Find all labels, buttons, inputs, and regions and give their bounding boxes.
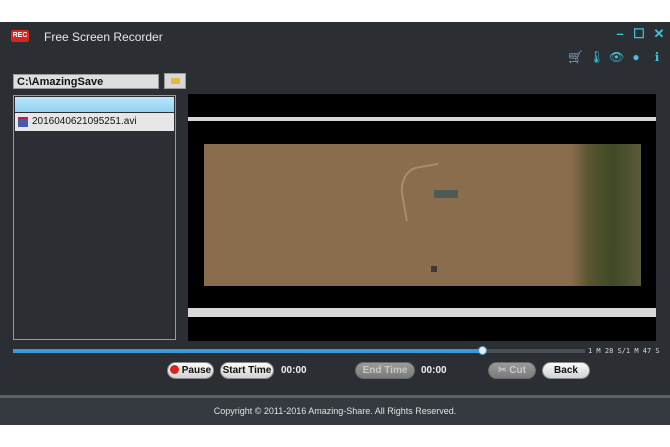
- browse-folder-button[interactable]: [164, 73, 186, 89]
- end-time-button[interactable]: End Time: [355, 362, 415, 379]
- copyright-text: Copyright © 2011-2016 Amazing-Share. All…: [213, 406, 457, 416]
- cut-label: Cut: [509, 365, 526, 376]
- close-icon[interactable]: ✕: [651, 26, 667, 42]
- seek-handle[interactable]: [478, 346, 488, 355]
- rec-logo: REC: [11, 30, 29, 42]
- start-time-button[interactable]: Start Time: [220, 362, 274, 379]
- back-button[interactable]: Back: [542, 362, 590, 379]
- recorded-screen-toolbar: [188, 117, 656, 121]
- video-preview[interactable]: [188, 94, 656, 341]
- seek-bar-progress: [13, 349, 483, 353]
- end-time-value: 00:00: [421, 365, 447, 376]
- cut-button[interactable]: ✂ Cut: [488, 362, 536, 379]
- video-file-icon: [18, 117, 28, 127]
- thermometer-icon[interactable]: 🌡: [589, 50, 604, 64]
- maximize-icon[interactable]: ☐: [631, 26, 647, 42]
- file-name: 2016040621095251.avi: [32, 116, 137, 127]
- folder-icon: [171, 78, 180, 84]
- pause-label: Pause: [181, 365, 212, 376]
- boat: [434, 190, 458, 198]
- app-window: REC Free Screen Recorder – ☐ ✕ 🛒 🌡 👁 ● ℹ…: [0, 22, 670, 425]
- app-title: Free Screen Recorder: [44, 30, 163, 44]
- pause-button[interactable]: Pause: [167, 362, 214, 379]
- pause-icon: [169, 365, 179, 374]
- save-path-field[interactable]: C:\AmazingSave: [13, 74, 159, 89]
- footer: Copyright © 2011-2016 Amazing-Share. All…: [0, 395, 670, 425]
- time-readout: 1 M 28 S/1 M 47 S: [588, 347, 660, 355]
- start-time-value: 00:00: [281, 365, 307, 376]
- info-icon[interactable]: ℹ: [650, 50, 664, 64]
- cart-icon[interactable]: 🛒: [568, 50, 583, 64]
- scissors-icon: ✂: [498, 365, 507, 376]
- video-frame: [204, 144, 641, 286]
- recorded-screen-taskbar: [188, 308, 656, 317]
- shoreline: [571, 144, 641, 286]
- seek-bar[interactable]: [13, 346, 585, 355]
- list-item[interactable]: 2016040621095251.avi: [15, 113, 174, 131]
- eye-icon[interactable]: 👁: [609, 50, 624, 64]
- skin-icon[interactable]: ●: [629, 50, 643, 64]
- minimize-icon[interactable]: –: [612, 26, 628, 42]
- file-list: 2016040621095251.avi: [13, 95, 176, 340]
- small-boat: [431, 266, 437, 272]
- file-list-header: [15, 97, 174, 112]
- title-bar: REC Free Screen Recorder – ☐ ✕: [0, 22, 670, 48]
